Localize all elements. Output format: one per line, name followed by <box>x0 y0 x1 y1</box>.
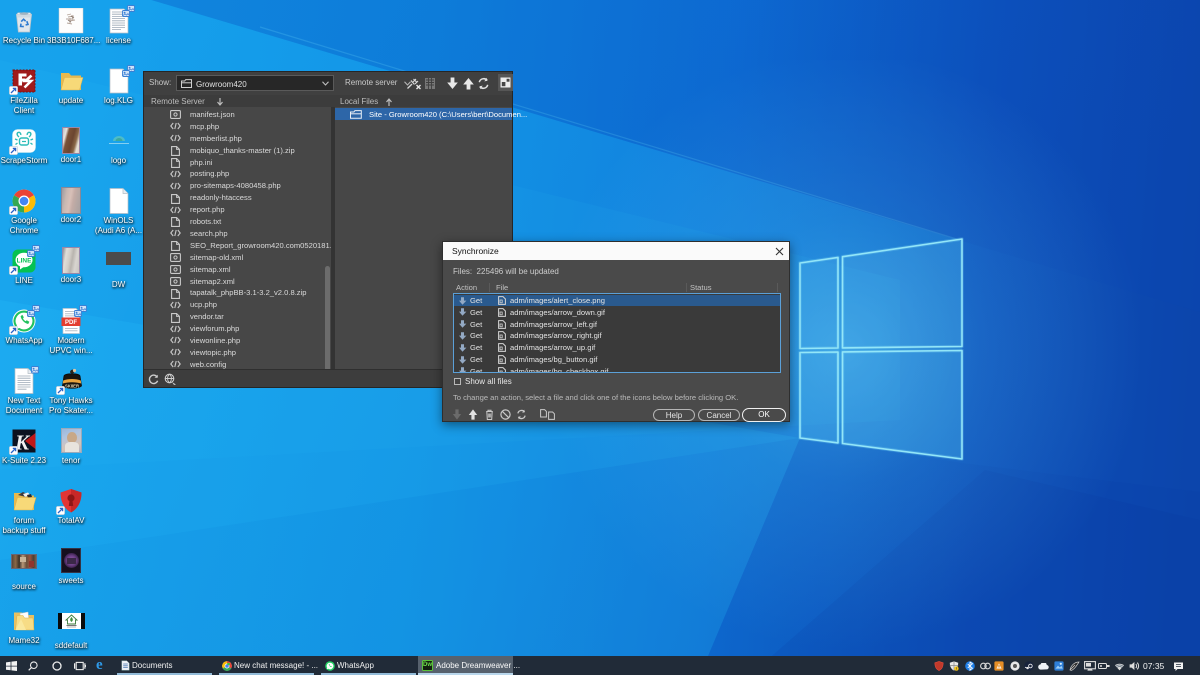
svg-text:LINE: LINE <box>17 258 32 265</box>
svg-text:SK8ER: SK8ER <box>65 384 79 389</box>
svg-text:PDF: PDF <box>65 320 77 326</box>
